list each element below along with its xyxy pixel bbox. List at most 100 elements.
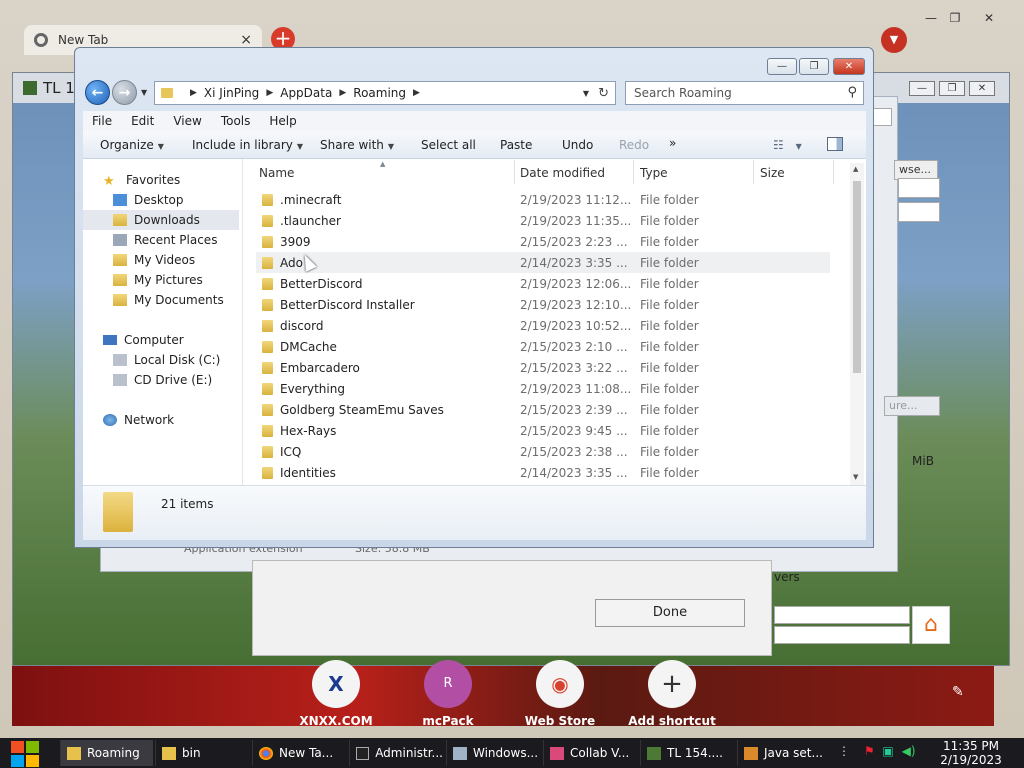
overflow-icon[interactable]: ⋮ (838, 744, 850, 758)
refresh-icon[interactable]: ↻ (598, 86, 609, 101)
file-row[interactable]: Goldberg SteamEmu Saves 2/15/2023 2:39 ..… (256, 399, 830, 420)
file-row[interactable]: discord 2/19/2023 10:52... File folder (256, 315, 830, 336)
breadcrumb-separator-icon[interactable]: ▶ (413, 88, 420, 98)
select-all-button[interactable]: Select all (421, 138, 476, 152)
address-dropdown-icon[interactable]: ▼ (583, 89, 589, 98)
file-row[interactable]: Embarcadero 2/15/2023 3:22 ... File folder (256, 357, 830, 378)
launcher-close-button[interactable]: ✕ (969, 81, 995, 96)
taskbar-button-tl[interactable]: TL 154.... (640, 740, 734, 766)
browse-button[interactable]: wse... (894, 160, 938, 180)
file-list-scrollbar[interactable]: ▲ ▼ (850, 163, 864, 485)
menu-tools[interactable]: Tools (221, 114, 251, 128)
scroll-down-icon[interactable]: ▼ (853, 473, 858, 481)
launcher-restore-button[interactable]: ❐ (939, 81, 965, 96)
file-row[interactable]: ICQ 2/15/2023 2:38 ... File folder (256, 441, 830, 462)
menu-file[interactable]: File (92, 114, 112, 128)
menu-edit[interactable]: Edit (131, 114, 154, 128)
search-input[interactable]: Search Roaming ⚲ (625, 81, 864, 105)
configure-button[interactable]: ure... (884, 396, 940, 416)
taskbar-button-bin[interactable]: bin (155, 740, 249, 766)
explorer-close-button[interactable]: ✕ (833, 58, 865, 75)
taskbar-button-cmd[interactable]: Administr... (349, 740, 443, 766)
launcher-input[interactable] (898, 202, 940, 222)
file-row[interactable]: 3909 2/15/2023 2:23 ... File folder (256, 231, 830, 252)
network-tray-icon[interactable]: ▣ (882, 744, 893, 758)
nav-computer[interactable]: Computer (103, 333, 184, 347)
column-divider[interactable] (633, 160, 634, 184)
view-options-icon[interactable]: ☷ ▼ (773, 138, 802, 152)
taskbar-button-collab[interactable]: Collab V... (543, 740, 637, 766)
explorer-maximize-button[interactable]: ❐ (799, 58, 829, 75)
clock[interactable]: 11:35 PM 2/19/2023 (936, 739, 1006, 767)
home-icon[interactable]: ⌂ (912, 606, 950, 644)
scroll-up-icon[interactable]: ▲ (853, 165, 858, 173)
search-icon[interactable]: ⚲ (847, 82, 857, 104)
nav-my-videos[interactable]: My Videos (113, 253, 195, 267)
nav-cd-drive[interactable]: CD Drive (E:) (113, 373, 212, 387)
nav-recent-places[interactable]: Recent Places (113, 233, 217, 247)
undo-button[interactable]: Undo (562, 138, 593, 152)
forward-arrow-icon[interactable]: → (112, 80, 137, 105)
shortcut-label[interactable]: Web Store (505, 714, 615, 728)
include-in-library-button[interactable]: Include in library ▼ (192, 138, 303, 152)
recent-pages-chevron-icon[interactable]: ▼ (141, 88, 147, 97)
nav-favorites[interactable]: ★ Favorites (103, 173, 180, 189)
scrollbar-thumb[interactable] (853, 181, 861, 373)
launcher-field-2[interactable] (774, 626, 910, 644)
column-divider[interactable] (833, 160, 834, 184)
file-row[interactable]: Hex-Rays 2/15/2023 9:45 ... File folder (256, 420, 830, 441)
nav-my-documents[interactable]: My Documents (113, 293, 224, 307)
file-row[interactable]: BetterDiscord Installer 2/19/2023 12:10..… (256, 294, 830, 315)
breadcrumb-xi-jinping[interactable]: Xi JinPing (204, 86, 259, 100)
shortcut-label[interactable]: mcPack (393, 714, 503, 728)
redo-button[interactable]: Redo (619, 138, 649, 152)
breadcrumb-separator-icon[interactable]: ▶ (339, 88, 346, 98)
customize-pencil-icon[interactable]: ✎ (952, 684, 964, 700)
taskbar-button-roaming[interactable]: Roaming (60, 740, 153, 766)
shortcut-xnxx-icon[interactable]: X (312, 660, 360, 708)
preview-pane-icon[interactable] (827, 137, 843, 151)
more-commands-icon[interactable]: » (669, 136, 676, 150)
share-with-button[interactable]: Share with ▼ (320, 138, 394, 152)
browser-close-button[interactable]: ✕ (976, 11, 1002, 27)
nav-desktop[interactable]: Desktop (113, 193, 184, 207)
organize-button[interactable]: Organize ▼ (100, 138, 164, 152)
add-shortcut-icon[interactable]: + (648, 660, 696, 708)
version-select[interactable] (898, 178, 940, 198)
shortcut-label[interactable]: Add shortcut (617, 714, 727, 728)
launcher-field-1[interactable] (774, 606, 910, 624)
breadcrumb-appdata[interactable]: AppData (280, 86, 332, 100)
column-divider[interactable] (753, 160, 754, 184)
flag-icon[interactable]: ⚑ (864, 744, 875, 758)
browser-minimize-button[interactable]: — (918, 11, 944, 27)
file-row[interactable]: .tlauncher 2/19/2023 11:35... File folder (256, 210, 830, 231)
taskbar-button-windows[interactable]: Windows... (446, 740, 540, 766)
column-date-modified[interactable]: Date modified (520, 166, 605, 180)
volume-icon[interactable]: ◀) (902, 744, 916, 758)
done-button[interactable]: Done (595, 599, 745, 627)
file-row[interactable]: Everything 2/19/2023 11:08... File folder (256, 378, 830, 399)
shortcut-label[interactable]: XNXX.COM (281, 714, 391, 728)
breadcrumb-separator-icon[interactable]: ▶ (190, 88, 197, 98)
browser-restore-button[interactable]: ❐ (942, 11, 968, 27)
menu-help[interactable]: Help (269, 114, 296, 128)
file-row[interactable]: DMCache 2/15/2023 2:10 ... File folder (256, 336, 830, 357)
file-row[interactable]: Identities 2/14/2023 3:35 ... File folder (256, 462, 830, 483)
breadcrumb-roaming[interactable]: Roaming (353, 86, 406, 100)
taskbar-button-chrome[interactable]: New Ta... (252, 740, 346, 766)
explorer-minimize-button[interactable]: — (767, 58, 797, 75)
menu-view[interactable]: View (173, 114, 201, 128)
breadcrumb-separator-icon[interactable]: ▶ (266, 88, 273, 98)
shortcut-webstore-icon[interactable]: ◉ (536, 660, 584, 708)
column-size[interactable]: Size (760, 166, 785, 180)
file-row[interactable]: Ado 2/14/2023 3:35 ... File folder (256, 252, 830, 273)
nav-network[interactable]: Network (103, 413, 174, 427)
file-row[interactable]: BetterDiscord 2/19/2023 12:06... File fold… (256, 273, 830, 294)
file-row[interactable]: .minecraft 2/19/2023 11:12... File folder (256, 189, 830, 210)
paste-button[interactable]: Paste (500, 138, 532, 152)
back-arrow-icon[interactable]: ← (85, 80, 110, 105)
nav-my-pictures[interactable]: My Pictures (113, 273, 203, 287)
column-type[interactable]: Type (640, 166, 668, 180)
launcher-minimize-button[interactable]: — (909, 81, 935, 96)
column-name[interactable]: Name (259, 166, 294, 180)
